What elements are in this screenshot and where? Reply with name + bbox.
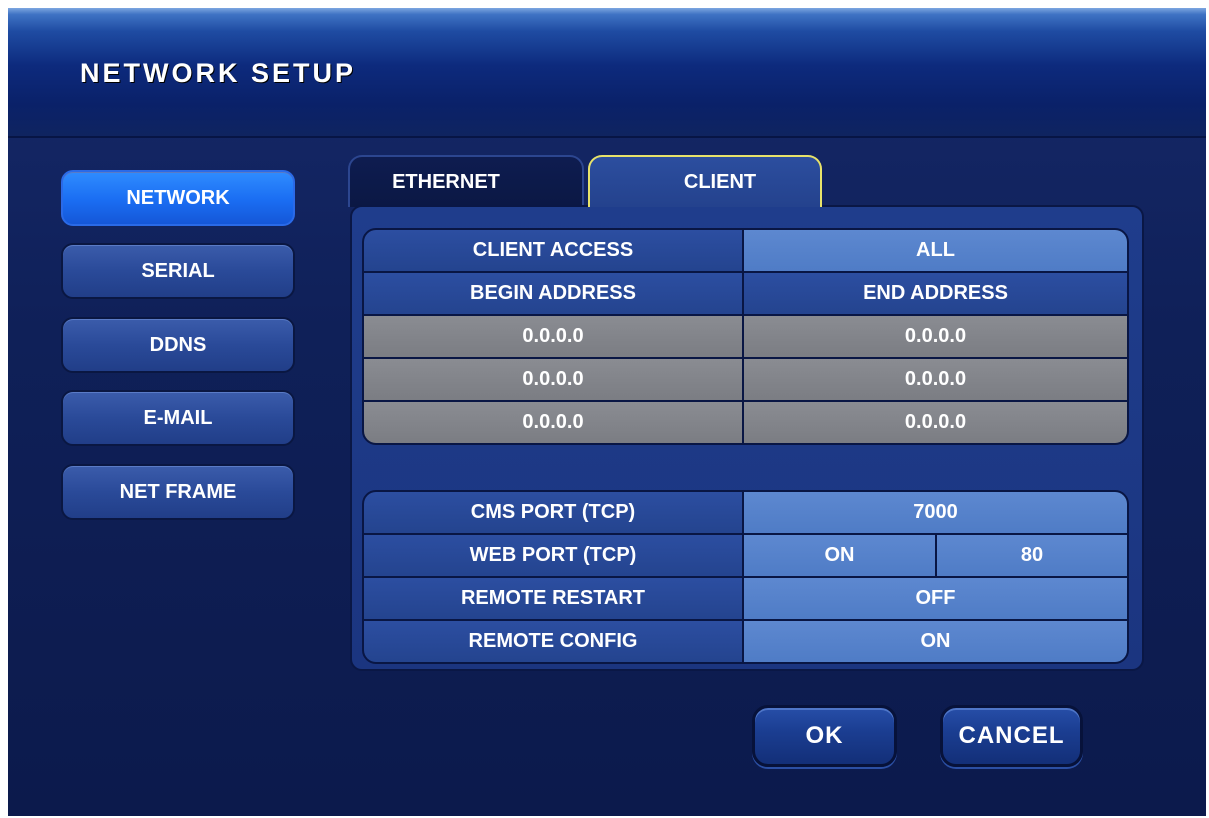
client-access-table: CLIENT ACCESS ALL BEGIN ADDRESS END ADDR… [362, 228, 1129, 445]
cms-port-field[interactable]: 7000 [744, 492, 1127, 533]
ok-button-label: OK [805, 722, 844, 749]
address-range-row: 0.0.0.0 0.0.0.0 [364, 316, 1127, 357]
remote-restart-label: REMOTE RESTART [364, 578, 742, 619]
end-address-header: END ADDRESS [744, 273, 1127, 314]
sidebar-item-serial[interactable]: SERIAL [61, 243, 295, 299]
client-access-select[interactable]: ALL [744, 230, 1127, 271]
begin-address-field[interactable]: 0.0.0.0 [364, 316, 742, 357]
remote-restart-toggle[interactable]: OFF [744, 578, 1127, 619]
sidebar-item-label: NETWORK [126, 186, 230, 209]
tab-label: ETHERNET [392, 170, 500, 193]
port-settings-table: CMS PORT (TCP) 7000 WEB PORT (TCP) ON 80… [362, 490, 1129, 664]
sidebar-item-network[interactable]: NETWORK [61, 170, 295, 226]
tab-client[interactable]: CLIENT [588, 155, 822, 207]
sidebar-item-label: SERIAL [141, 259, 215, 282]
cancel-button[interactable]: CANCEL [940, 705, 1083, 767]
web-port-field[interactable]: 80 [937, 535, 1127, 576]
begin-address-field[interactable]: 0.0.0.0 [364, 402, 742, 443]
address-header-row: BEGIN ADDRESS END ADDRESS [364, 273, 1127, 314]
web-port-label: WEB PORT (TCP) [364, 535, 742, 576]
cancel-button-label: CANCEL [958, 722, 1065, 749]
web-port-row: WEB PORT (TCP) ON 80 [364, 535, 1127, 576]
remote-restart-row: REMOTE RESTART OFF [364, 578, 1127, 619]
sidebar-item-label: NET FRAME [119, 480, 237, 503]
web-port-toggle[interactable]: ON [744, 535, 935, 576]
begin-address-field[interactable]: 0.0.0.0 [364, 359, 742, 400]
client-access-label: CLIENT ACCESS [364, 230, 742, 271]
sidebar-item-email[interactable]: E-MAIL [61, 390, 295, 446]
remote-config-toggle[interactable]: ON [744, 621, 1127, 662]
address-range-row: 0.0.0.0 0.0.0.0 [364, 359, 1127, 400]
end-address-field[interactable]: 0.0.0.0 [744, 316, 1127, 357]
remote-config-label: REMOTE CONFIG [364, 621, 742, 662]
address-range-row: 0.0.0.0 0.0.0.0 [364, 402, 1127, 443]
end-address-field[interactable]: 0.0.0.0 [744, 402, 1127, 443]
cms-port-row: CMS PORT (TCP) 7000 [364, 492, 1127, 533]
ok-button[interactable]: OK [752, 705, 897, 767]
client-access-row: CLIENT ACCESS ALL [364, 230, 1127, 271]
cms-port-label: CMS PORT (TCP) [364, 492, 742, 533]
begin-address-header: BEGIN ADDRESS [364, 273, 742, 314]
tab-label: CLIENT [683, 170, 757, 193]
sidebar-item-label: DDNS [149, 333, 207, 356]
sidebar-item-net-frame[interactable]: NET FRAME [61, 464, 295, 520]
remote-config-row: REMOTE CONFIG ON [364, 621, 1127, 662]
sidebar-item-ddns[interactable]: DDNS [61, 317, 295, 373]
sidebar-item-label: E-MAIL [143, 406, 213, 429]
tab-ethernet[interactable]: ETHERNET [348, 155, 584, 207]
window-title: NETWORK SETUP [80, 58, 357, 88]
end-address-field[interactable]: 0.0.0.0 [744, 359, 1127, 400]
title-bar: NETWORK SETUP [8, 8, 1206, 138]
